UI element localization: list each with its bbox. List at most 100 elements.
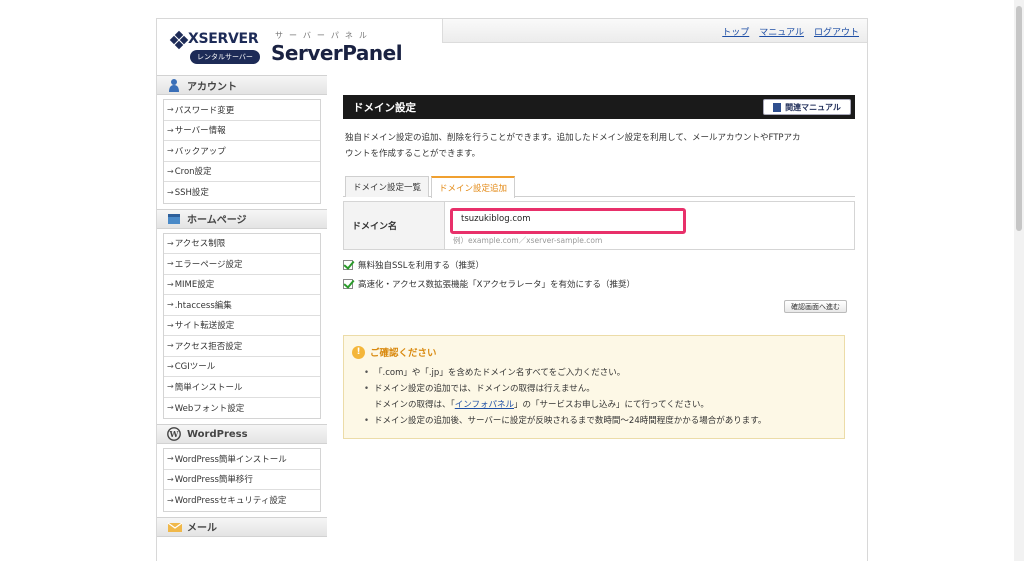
sidebar-item-label: WordPress簡単インストール xyxy=(174,454,287,465)
domain-tabs: ドメイン設定一覧 ドメイン設定追加 xyxy=(343,176,855,198)
confirm-button[interactable]: 確認画面へ進む xyxy=(784,300,847,313)
sidebar-item-access-deny[interactable]: → アクセス拒否設定 xyxy=(164,336,320,357)
sidebar: アカウント → パスワード変更 → サーバー情報 → バックアップ → Cron設定 →… xyxy=(157,75,327,537)
arrow-right-icon: → xyxy=(167,361,174,371)
panel-title: ServerPanel xyxy=(271,41,403,65)
domain-example: 例）example.com／xserver-sample.com xyxy=(453,236,603,245)
arrow-right-icon: → xyxy=(167,238,174,248)
notice-item: ドメイン設定の追加では、ドメインの取得は行えません。 xyxy=(364,381,836,397)
arrow-right-icon: → xyxy=(167,125,174,135)
logout-link[interactable]: ログアウト xyxy=(814,25,859,38)
warning-icon: ! xyxy=(352,345,365,359)
sidebar-section-title: WordPress xyxy=(187,428,248,440)
logo-subtitle: レンタルサーバー xyxy=(190,50,260,64)
sidebar-item-access-limit[interactable]: → アクセス制限 xyxy=(164,233,320,254)
arrow-right-icon: → xyxy=(167,146,174,156)
tab-domain-list[interactable]: ドメイン設定一覧 xyxy=(345,176,430,197)
arrow-right-icon: → xyxy=(167,495,174,505)
accelerator-option[interactable]: 高速化・アクセス数拡張機能「Xアクセラレータ」を有効にする（推奨） xyxy=(343,278,855,290)
sidebar-section-account: アカウント xyxy=(157,75,327,95)
ssl-checkbox[interactable] xyxy=(343,260,353,270)
domain-cell: tsuzukiblog.com 例）example.com／xserver-sa… xyxy=(445,202,854,249)
arrow-right-icon: → xyxy=(167,259,174,269)
logo-text: XSERVER xyxy=(188,31,259,47)
description-line: ウントを作成することができます。 xyxy=(345,149,481,159)
sidebar-item-label: サーバー情報 xyxy=(174,126,226,137)
arrow-right-icon: → xyxy=(167,279,174,289)
sidebar-group-account: → パスワード変更 → サーバー情報 → バックアップ → Cron設定 → SSH設定 xyxy=(163,99,321,204)
sidebar-item-wp-install[interactable]: → WordPress簡単インストール xyxy=(164,449,320,470)
sidebar-item-cgi[interactable]: → CGIツール xyxy=(164,356,320,377)
arrow-right-icon: → xyxy=(167,341,174,351)
sidebar-section-title: アカウント xyxy=(187,81,237,93)
confirm-wrap: 確認画面へ進む xyxy=(343,300,855,313)
xserver-logo[interactable]: XSERVER レンタルサーバー xyxy=(169,29,271,69)
sidebar-item-password[interactable]: → パスワード変更 xyxy=(164,100,320,121)
sidebar-item-wp-migrate[interactable]: → WordPress簡単移行 xyxy=(164,469,320,490)
sidebar-section-title: メール xyxy=(187,523,217,534)
related-manual-label: 関連マニュアル xyxy=(785,102,841,112)
domain-form-row: ドメイン名 tsuzukiblog.com 例）example.com／xser… xyxy=(343,201,855,250)
notice-list: 「.com」や「.jp」を含めたドメイン名すべてをご入力ください。 ドメイン設定… xyxy=(352,365,836,429)
sidebar-item-wp-security[interactable]: → WordPressセキュリティ設定 xyxy=(164,490,320,511)
panel-kana: サーバーパネル xyxy=(275,31,373,40)
sidebar-item-cron[interactable]: → Cron設定 xyxy=(164,161,320,182)
xserver-logo-icon xyxy=(169,30,189,50)
infopanel-link[interactable]: インフォパネル xyxy=(455,400,514,410)
ssl-option[interactable]: 無料独自SSLを利用する（推奨） xyxy=(343,259,855,271)
sidebar-item-server-info[interactable]: → サーバー情報 xyxy=(164,120,320,141)
sidebar-section-title: ホームページ xyxy=(187,215,247,226)
notice-title-text: ご確認ください xyxy=(370,348,437,359)
related-manual-button[interactable]: 関連マニュアル xyxy=(763,99,851,115)
sidebar-item-easy-install[interactable]: → 簡単インストール xyxy=(164,377,320,398)
sidebar-item-label: 簡単インストール xyxy=(174,382,243,393)
sidebar-item-error-page[interactable]: → エラーページ設定 xyxy=(164,254,320,275)
domain-input[interactable]: tsuzukiblog.com xyxy=(450,208,686,234)
page-description: 独自ドメイン設定の追加、削除を行うことができます。追加したドメイン設定を利用して… xyxy=(343,130,855,162)
notice-item: ドメインの取得は、「インフォパネル」の「サービスお申し込み」にて行ってください。 xyxy=(374,397,836,413)
wordpress-icon: W xyxy=(167,427,181,441)
sidebar-group-homepage: → アクセス制限 → エラーページ設定 → MIME設定 → .htaccess編集 →… xyxy=(163,232,321,419)
notice-box: ! ご確認ください 「.com」や「.jp」を含めたドメイン名すべてをご入力くだ… xyxy=(343,335,845,439)
book-icon xyxy=(773,102,782,112)
sidebar-item-label: Cron設定 xyxy=(174,167,212,178)
sidebar-item-ssh[interactable]: → SSH設定 xyxy=(164,182,320,203)
scrollbar-thumb[interactable] xyxy=(1016,6,1022,231)
server-panel: XSERVER レンタルサーバー サーバーパネル ServerPanel トップ… xyxy=(156,18,868,561)
tab-domain-add[interactable]: ドメイン設定追加 xyxy=(431,176,516,198)
arrow-right-icon: → xyxy=(167,382,174,392)
sidebar-item-label: Webフォント設定 xyxy=(174,403,245,414)
user-icon xyxy=(167,78,181,92)
sidebar-item-label: パスワード変更 xyxy=(174,105,235,116)
top-links: トップ マニュアル ログアウト xyxy=(722,25,859,38)
page-title-bar: ドメイン設定 関連マニュアル xyxy=(343,95,855,119)
accelerator-checkbox-label: 高速化・アクセス数拡張機能「Xアクセラレータ」を有効にする（推奨） xyxy=(358,280,636,290)
arrow-right-icon: → xyxy=(167,320,174,330)
page-title: ドメイン設定 xyxy=(353,101,416,114)
page-scrollbar[interactable] xyxy=(1014,0,1024,561)
notice-text: ドメインの取得は、「 xyxy=(374,400,455,410)
notice-title: ! ご確認ください xyxy=(352,345,836,359)
sidebar-section-wordpress: W WordPress xyxy=(157,424,327,444)
sidebar-section-mail: メール xyxy=(157,516,327,537)
sidebar-item-htaccess[interactable]: → .htaccess編集 xyxy=(164,295,320,316)
accelerator-checkbox[interactable] xyxy=(343,279,353,289)
sidebar-item-label: WordPress簡単移行 xyxy=(174,475,253,486)
arrow-right-icon: → xyxy=(167,166,174,176)
sidebar-item-webfont[interactable]: → Webフォント設定 xyxy=(164,397,320,418)
notice-item: 「.com」や「.jp」を含めたドメイン名すべてをご入力ください。 xyxy=(364,365,836,381)
domain-label: ドメイン名 xyxy=(344,202,445,249)
sidebar-item-backup[interactable]: → バックアップ xyxy=(164,141,320,162)
sidebar-item-label: アクセス拒否設定 xyxy=(174,341,243,352)
notice-item: ドメイン設定の追加後、サーバーに設定が反映されるまで数時間〜24時間程度かかる場… xyxy=(364,413,836,429)
sidebar-item-label: サイト転送設定 xyxy=(174,321,235,332)
sidebar-item-label: バックアップ xyxy=(174,146,226,157)
ssl-checkbox-label: 無料独自SSLを利用する（推奨） xyxy=(358,261,485,271)
sidebar-section-homepage: ホームページ xyxy=(157,208,327,229)
sidebar-item-site-redirect[interactable]: → サイト転送設定 xyxy=(164,315,320,336)
top-link[interactable]: トップ xyxy=(722,25,749,38)
manual-link[interactable]: マニュアル xyxy=(759,25,804,38)
arrow-right-icon: → xyxy=(167,105,174,115)
arrow-right-icon: → xyxy=(167,403,174,413)
sidebar-item-mime[interactable]: → MIME設定 xyxy=(164,274,320,295)
